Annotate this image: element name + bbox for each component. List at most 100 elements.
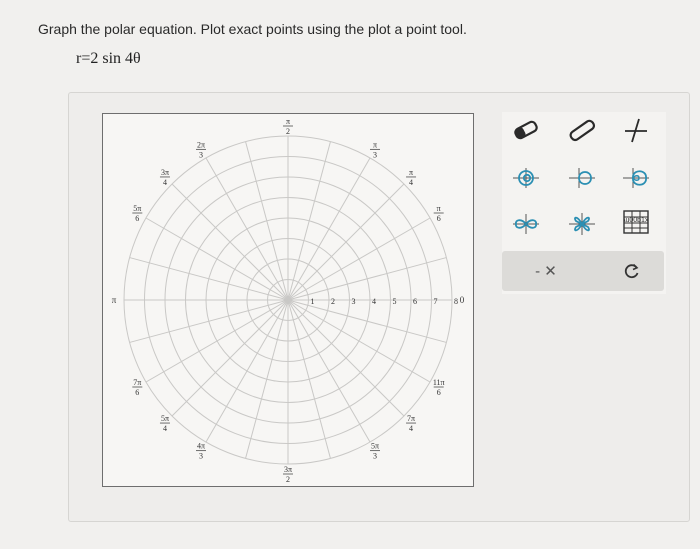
angle-label-4pi-3: 4π3 — [196, 442, 206, 461]
angle-numerator: π — [409, 168, 413, 177]
cross-point-icon — [625, 118, 647, 143]
grid-spoke — [171, 183, 289, 301]
undo-icon — [624, 263, 639, 279]
grid-spoke — [287, 183, 405, 301]
angle-label-3pi-2: 3π2 — [283, 465, 293, 484]
grid-spoke — [287, 299, 331, 459]
grid-spoke — [205, 157, 289, 301]
angle-denominator: 2 — [286, 475, 290, 484]
limacon-icon — [623, 168, 649, 188]
spiral-tool[interactable] — [506, 164, 546, 192]
grid-spoke — [287, 299, 431, 383]
grid-spoke — [129, 257, 289, 301]
radial-tick-label: 7 — [434, 297, 438, 306]
angle-label-pi-2: π2 — [283, 117, 293, 136]
cross-point-tool[interactable] — [616, 116, 656, 144]
angle-numerator: 7π — [407, 414, 415, 423]
angle-label-5pi-3: 5π3 — [370, 442, 380, 461]
svg-text:\u00b1x: \u00b1x — [624, 217, 649, 224]
function-icon: \u00b1x — [623, 210, 649, 234]
angle-numerator: 5π — [161, 414, 169, 423]
angle-denominator: 4 — [163, 424, 167, 433]
grid-spoke — [171, 299, 289, 417]
angle-denominator: 3 — [199, 150, 203, 159]
angle-numerator: 3π — [161, 168, 169, 177]
undo-button[interactable] — [612, 257, 652, 285]
angle-label-7pi-6: 7π6 — [132, 378, 143, 397]
grid-spoke — [245, 299, 289, 459]
angle-numerator: 5π — [133, 204, 141, 213]
grid-spoke — [205, 299, 289, 443]
angle-label-pi-3: π3 — [370, 140, 380, 159]
angle-numerator: 4π — [197, 442, 205, 451]
grid-spoke — [145, 299, 289, 383]
polar-graph[interactable]: 1 2 3 4 5 6 7 8 0 π 6 π 4 π 3 π 2 2π 3 3π 4 5π 6 π 7π 6 5π 4 4π 3 3π 2 5… — [102, 113, 474, 487]
spiral-icon — [513, 168, 539, 188]
rose-tool[interactable] — [562, 210, 602, 238]
grid-spoke — [287, 299, 405, 417]
angle-label-pi-4: π4 — [406, 168, 417, 187]
angle-numerator: π — [437, 204, 441, 213]
angle-denominator: 6 — [437, 388, 441, 397]
grid-spoke — [287, 141, 331, 301]
grid-spoke — [287, 217, 431, 301]
delete-button[interactable]: - ✕ — [516, 257, 576, 285]
angle-label-11pi-6: 11π6 — [433, 378, 445, 397]
angle-numerator: 7π — [133, 378, 141, 387]
angle-value: 0 — [460, 295, 465, 305]
radial-tick-label: 8 — [454, 297, 458, 306]
angle-label-5pi-6: 5π6 — [132, 204, 143, 223]
angle-label-0: 0 — [460, 295, 465, 305]
angle-denominator: 6 — [437, 214, 441, 223]
lemniscate-icon — [513, 214, 539, 234]
radial-tick-label: 1 — [311, 297, 315, 306]
graphing-toolbox: \u00b1x - ✕ — [502, 112, 666, 294]
point-icon — [514, 120, 538, 140]
rose-icon — [569, 213, 595, 235]
grid-spoke — [287, 299, 371, 443]
point-tool[interactable] — [506, 116, 546, 144]
angle-numerator: 3π — [284, 465, 292, 474]
question-instruction: Graph the polar equation. Plot exact poi… — [38, 21, 467, 37]
angle-denominator: 4 — [163, 178, 167, 187]
radial-tick-label: 3 — [352, 297, 356, 306]
angle-label-2pi-3: 2π3 — [196, 140, 206, 159]
grid-spoke — [145, 217, 289, 301]
radial-tick-label: 2 — [331, 297, 335, 306]
angle-numerator: π — [373, 140, 377, 149]
angle-denominator: 4 — [409, 424, 413, 433]
tool-footer: - ✕ — [502, 251, 664, 291]
radial-tick-label: 4 — [372, 297, 376, 306]
angle-denominator: 3 — [373, 452, 377, 461]
angle-denominator: 3 — [199, 452, 203, 461]
angle-label-7pi-4: 7π4 — [406, 414, 417, 433]
radial-tick-label: 6 — [413, 297, 417, 306]
polar-grid[interactable]: 1 2 3 4 5 6 7 8 0π6π4π3π22π33π45π6π7π65π44π33π25… — [103, 114, 473, 486]
angle-numerator: π — [286, 117, 290, 126]
angle-value: π — [112, 295, 117, 305]
angle-label-pi-6: π6 — [433, 204, 444, 223]
grid-spoke — [245, 141, 289, 301]
lemniscate-tool[interactable] — [506, 210, 546, 238]
angle-label-3pi-4: 3π4 — [159, 168, 170, 187]
grid-spoke — [287, 299, 447, 343]
grid-spoke — [287, 157, 371, 301]
angle-denominator: 3 — [373, 150, 377, 159]
angle-numerator: 11π — [433, 378, 445, 387]
grid-spoke — [129, 299, 289, 343]
limacon-tool[interactable] — [616, 164, 656, 192]
angle-denominator: 6 — [135, 388, 139, 397]
angle-denominator: 6 — [135, 214, 139, 223]
angle-label-pi: π — [112, 295, 117, 305]
segment-tool[interactable] — [562, 116, 602, 144]
function-tool[interactable]: \u00b1x — [616, 208, 656, 236]
radial-tick-label: 5 — [393, 297, 397, 306]
segment-icon — [569, 119, 596, 142]
cardioid-icon — [569, 168, 595, 188]
angle-numerator: 2π — [197, 140, 205, 149]
grid-spoke — [287, 257, 447, 301]
cardioid-tool[interactable] — [562, 164, 602, 192]
angle-denominator: 4 — [409, 178, 413, 187]
angle-numerator: 5π — [371, 442, 379, 451]
angle-denominator: 2 — [286, 127, 290, 136]
